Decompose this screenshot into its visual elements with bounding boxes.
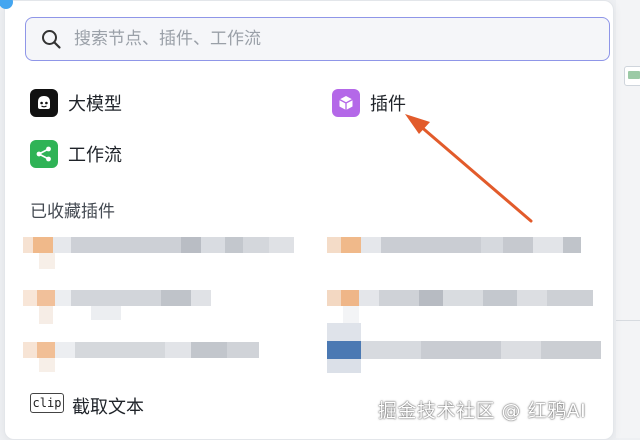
background-panel (616, 0, 640, 438)
background-divider (616, 320, 640, 321)
node-picker-popup: 大模型 插件 工作流 已收藏插件 (0, 0, 614, 440)
annotation-arrow (405, 114, 533, 223)
watermark-text: 掘金技术社区 @ 红鸦AI (378, 400, 587, 422)
background-tag (624, 66, 640, 86)
